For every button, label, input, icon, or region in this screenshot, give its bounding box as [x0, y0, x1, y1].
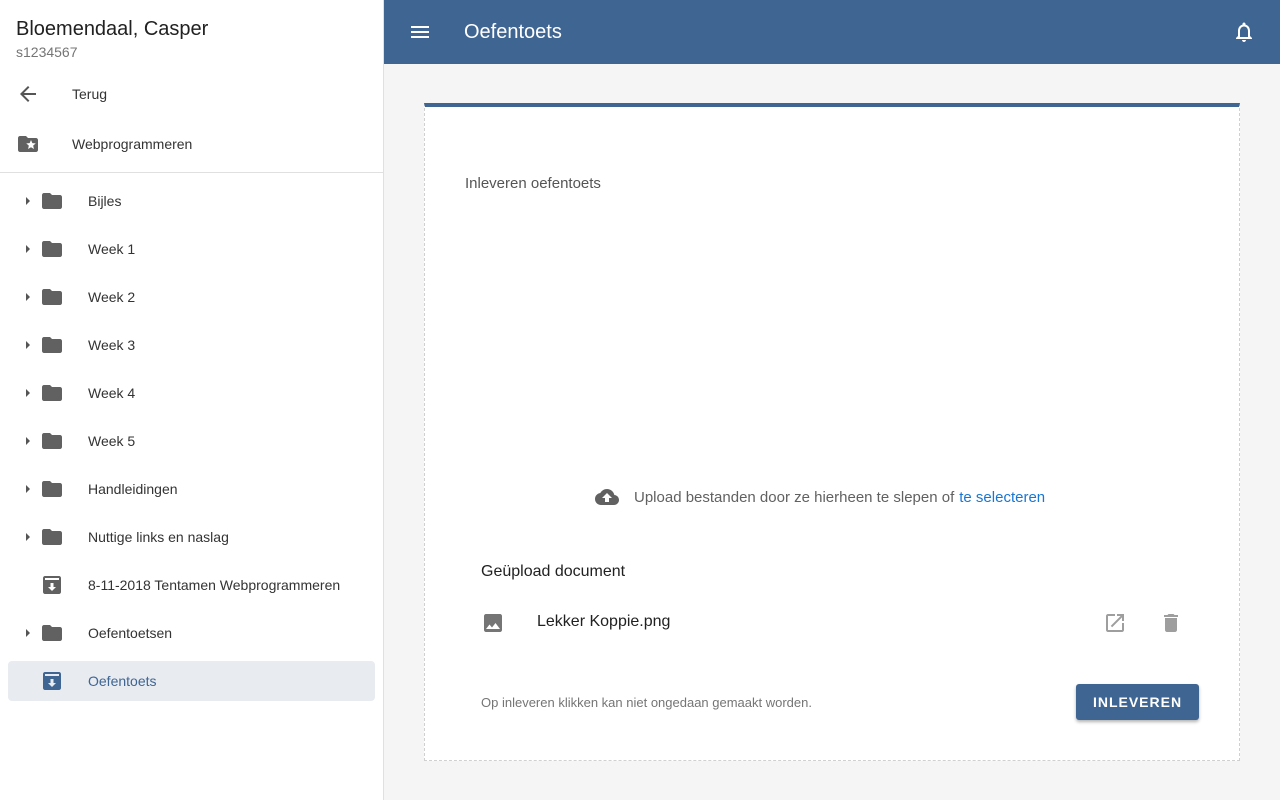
tree-item-label: 8-11-2018 Tentamen Webprogrammeren: [88, 577, 341, 593]
folder-star-icon: [18, 136, 38, 152]
tree-item-label: Week 5: [88, 433, 136, 449]
page-title: Oefentoets: [464, 21, 562, 43]
tree-item-week-3[interactable]: Week 3: [8, 325, 375, 365]
top-app-bar: Oefentoets: [384, 0, 1280, 64]
submit-button[interactable]: INLEVEREN: [1076, 684, 1199, 720]
user-block: Bloemendaal, Casper s1234567: [0, 0, 383, 64]
tree-item-week-1[interactable]: Week 1: [8, 229, 375, 269]
upload-dropzone[interactable]: Upload bestanden door ze hierheen te sle…: [595, 485, 1045, 509]
tree-item-tentamen[interactable]: 8-11-2018 Tentamen Webprogrammeren: [8, 565, 375, 605]
image-icon: [484, 614, 502, 632]
user-name: Bloemendaal, Casper: [16, 18, 209, 40]
course-link[interactable]: Webprogrammeren: [0, 119, 383, 169]
folder-icon: [42, 385, 62, 401]
file-name: Lekker Koppie.png: [537, 613, 671, 630]
tree-item-label: Bijles: [88, 193, 122, 209]
caret-right-icon[interactable]: [20, 385, 36, 401]
back-label: Terug: [72, 86, 108, 102]
folder-icon: [42, 529, 62, 545]
tree-item-label: Week 1: [88, 241, 136, 257]
sidebar: Bloemendaal, Casper s1234567 Terug Webpr…: [0, 0, 384, 800]
tree-item-label: Handleidingen: [88, 481, 178, 497]
uploaded-file-row: Lekker Koppie.png: [481, 607, 1201, 639]
upload-instruction: Upload bestanden door ze hierheen te sle…: [634, 488, 955, 506]
tree-item-handleidingen[interactable]: Handleidingen: [8, 469, 375, 509]
open-in-new-icon[interactable]: [1103, 611, 1127, 635]
caret-right-icon[interactable]: [20, 289, 36, 305]
irreversible-warning: Op inleveren klikken kan niet ongedaan g…: [481, 695, 812, 710]
tree-item-week-5[interactable]: Week 5: [8, 421, 375, 461]
cloud-upload-icon: [595, 489, 619, 505]
folder-icon: [42, 337, 62, 353]
tree-item-oefentoetsen[interactable]: Oefentoetsen: [8, 613, 375, 653]
uploaded-heading: Geüpload document: [481, 563, 626, 580]
caret-right-icon[interactable]: [20, 625, 36, 641]
assignment-inbox-icon: [43, 576, 61, 594]
tree-item-nuttige-links[interactable]: Nuttige links en naslag: [8, 517, 375, 557]
tree-item-label: Week 4: [88, 385, 136, 401]
caret-right-icon[interactable]: [20, 241, 36, 257]
tree-item-week-2[interactable]: Week 2: [8, 277, 375, 317]
folder-icon: [42, 625, 62, 641]
caret-right-icon[interactable]: [20, 337, 36, 353]
caret-right-icon[interactable]: [20, 481, 36, 497]
tree-item-label: Nuttige links en naslag: [88, 529, 229, 545]
bell-icon[interactable]: [1232, 20, 1256, 44]
card-title: Inleveren oefentoets: [465, 175, 601, 192]
tree-item-oefentoets[interactable]: Oefentoets: [8, 661, 375, 701]
tree-item-label: Week 3: [88, 337, 136, 353]
folder-icon: [42, 193, 62, 209]
folder-icon: [42, 433, 62, 449]
back-button[interactable]: Terug: [0, 69, 383, 119]
folder-icon: [42, 481, 62, 497]
tree-item-bijles[interactable]: Bijles: [8, 181, 375, 221]
tree-item-label: Oefentoetsen: [88, 625, 173, 641]
submission-card: Inleveren oefentoets Upload bestanden do…: [424, 103, 1240, 761]
user-id: s1234567: [16, 44, 78, 60]
tree-item-label: Week 2: [88, 289, 136, 305]
caret-right-icon[interactable]: [20, 529, 36, 545]
folder-icon: [42, 289, 62, 305]
tree-item-label: Oefentoets: [88, 673, 157, 689]
arrow-back-icon: [20, 86, 36, 102]
folder-icon: [42, 241, 62, 257]
hamburger-menu-icon[interactable]: [408, 20, 432, 44]
delete-icon[interactable]: [1159, 611, 1183, 635]
sidebar-divider: [0, 172, 383, 173]
tree-item-week-4[interactable]: Week 4: [8, 373, 375, 413]
select-files-link[interactable]: te selecteren: [959, 489, 1045, 506]
assignment-inbox-icon: [43, 672, 61, 690]
caret-right-icon[interactable]: [20, 193, 36, 209]
course-label: Webprogrammeren: [72, 136, 193, 152]
caret-right-icon[interactable]: [20, 433, 36, 449]
